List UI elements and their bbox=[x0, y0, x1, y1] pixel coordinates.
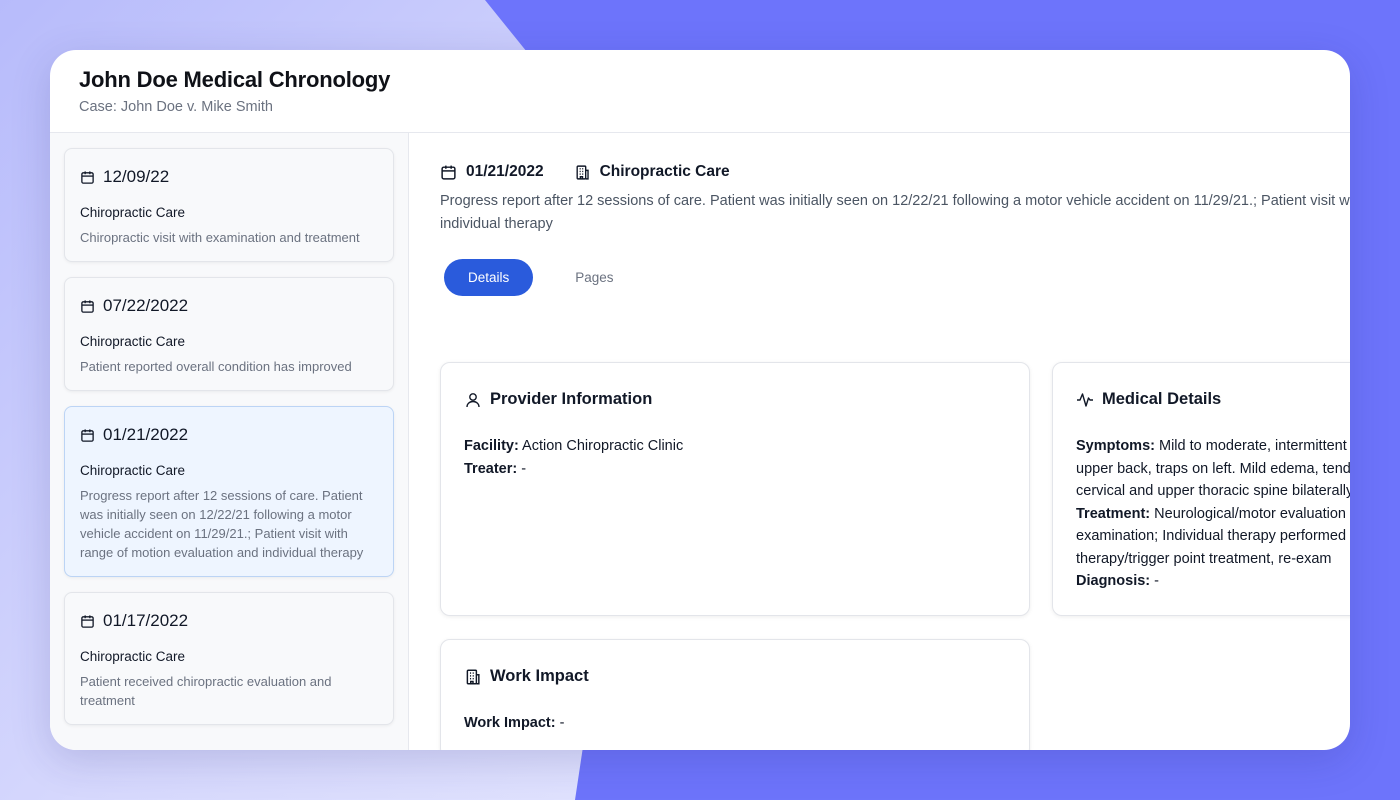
building-icon bbox=[576, 164, 589, 180]
panel-title: Provider Information bbox=[490, 390, 653, 408]
diagnosis-label: Diagnosis: bbox=[1076, 573, 1151, 589]
timeline-card[interactable]: 07/22/2022 Chiropractic Care Patient rep… bbox=[64, 277, 394, 391]
card-description: Patient reported overall condition has i… bbox=[80, 359, 352, 374]
detail-category: Chiropractic Care bbox=[599, 163, 730, 180]
card-date: 07/22/2022 bbox=[103, 296, 189, 315]
calendar-icon bbox=[81, 428, 94, 442]
detail-pane: 01/21/2022 Chiropractic Care Progress re… bbox=[410, 133, 1350, 750]
facility-label: Facility: bbox=[464, 438, 519, 454]
card-type: Chiropractic Care bbox=[80, 205, 186, 220]
card-date: 01/21/2022 bbox=[103, 425, 189, 444]
app-window: John Doe Medical Chronology Case: John D… bbox=[50, 50, 1350, 750]
timeline-card-selected[interactable]: 01/21/2022 Chiropractic Care Progress re… bbox=[64, 406, 394, 577]
page-title: John Doe Medical Chronology bbox=[79, 67, 391, 92]
treatment-value: therapy/trigger point treatment, re-exam bbox=[1076, 550, 1332, 567]
work-impact-panel: Work Impact Work Impact: - bbox=[440, 639, 1030, 750]
detail-description: Progress report after 12 sessions of car… bbox=[440, 190, 1350, 236]
treatment-value: Neurological/motor evaluation bbox=[1154, 505, 1346, 522]
tab-pages[interactable]: Pages bbox=[551, 259, 637, 296]
timeline-sidebar[interactable]: 12/09/22 Chiropractic Care Chiropractic … bbox=[50, 133, 409, 750]
timeline-card[interactable]: 01/17/2022 Chiropractic Care Patient rec… bbox=[64, 592, 394, 725]
treater-value: - bbox=[521, 460, 527, 477]
treater-label: Treater: bbox=[464, 460, 518, 477]
card-description: Progress report after 12 sessions of car… bbox=[80, 488, 364, 560]
page-header: John Doe Medical Chronology Case: John D… bbox=[50, 50, 1350, 133]
panel-title: Medical Details bbox=[1102, 390, 1222, 408]
provider-information-panel: Provider Information Facility: Action Ch… bbox=[440, 362, 1030, 616]
activity-icon bbox=[1077, 392, 1093, 407]
tab-bar: Details Pages bbox=[444, 259, 1350, 296]
building-icon bbox=[466, 669, 480, 684]
card-type: Chiropractic Care bbox=[80, 649, 186, 664]
tab-details[interactable]: Details bbox=[444, 259, 534, 296]
detail-description-line: individual therapy bbox=[440, 216, 553, 232]
treatment-label: Treatment: bbox=[1076, 505, 1151, 522]
detail-header: 01/21/2022 Chiropractic Care bbox=[440, 163, 1350, 181]
calendar-icon bbox=[81, 170, 94, 184]
calendar-icon bbox=[441, 165, 456, 180]
timeline-card[interactable]: 12/09/22 Chiropractic Care Chiropractic … bbox=[64, 148, 394, 262]
user-icon bbox=[466, 392, 480, 407]
calendar-icon bbox=[81, 299, 94, 313]
symptoms-value: upper back, traps on left. Mild edema, t… bbox=[1076, 460, 1350, 477]
panel-title: Work Impact bbox=[490, 667, 589, 685]
card-date: 12/09/22 bbox=[103, 167, 170, 186]
detail-description-line: Progress report after 12 sessions of car… bbox=[440, 193, 1350, 209]
card-description: Patient received chiropractic evaluation… bbox=[80, 674, 332, 708]
treatment-value: examination; Individual therapy performe… bbox=[1076, 528, 1347, 544]
medical-details-panel: Medical Details Symptoms: Mild to modera… bbox=[1052, 362, 1350, 616]
work-impact-label: Work Impact: bbox=[464, 715, 556, 731]
card-description: Chiropractic visit with examination and … bbox=[80, 230, 360, 245]
calendar-icon bbox=[81, 614, 94, 628]
card-type: Chiropractic Care bbox=[80, 334, 186, 349]
diagnosis-value: - bbox=[1154, 573, 1159, 589]
facility-value: Action Chiropractic Clinic bbox=[522, 438, 684, 454]
work-impact-value: - bbox=[559, 715, 565, 731]
card-type: Chiropractic Care bbox=[80, 463, 186, 478]
symptoms-value: Mild to moderate, intermittent bbox=[1159, 438, 1347, 454]
case-subtitle: Case: John Doe v. Mike Smith bbox=[79, 99, 273, 115]
symptoms-label: Symptoms: bbox=[1076, 438, 1155, 454]
card-date: 01/17/2022 bbox=[103, 611, 189, 630]
symptoms-value: cervical and upper thoracic spine bilate… bbox=[1076, 483, 1350, 499]
detail-date: 01/21/2022 bbox=[466, 163, 544, 180]
